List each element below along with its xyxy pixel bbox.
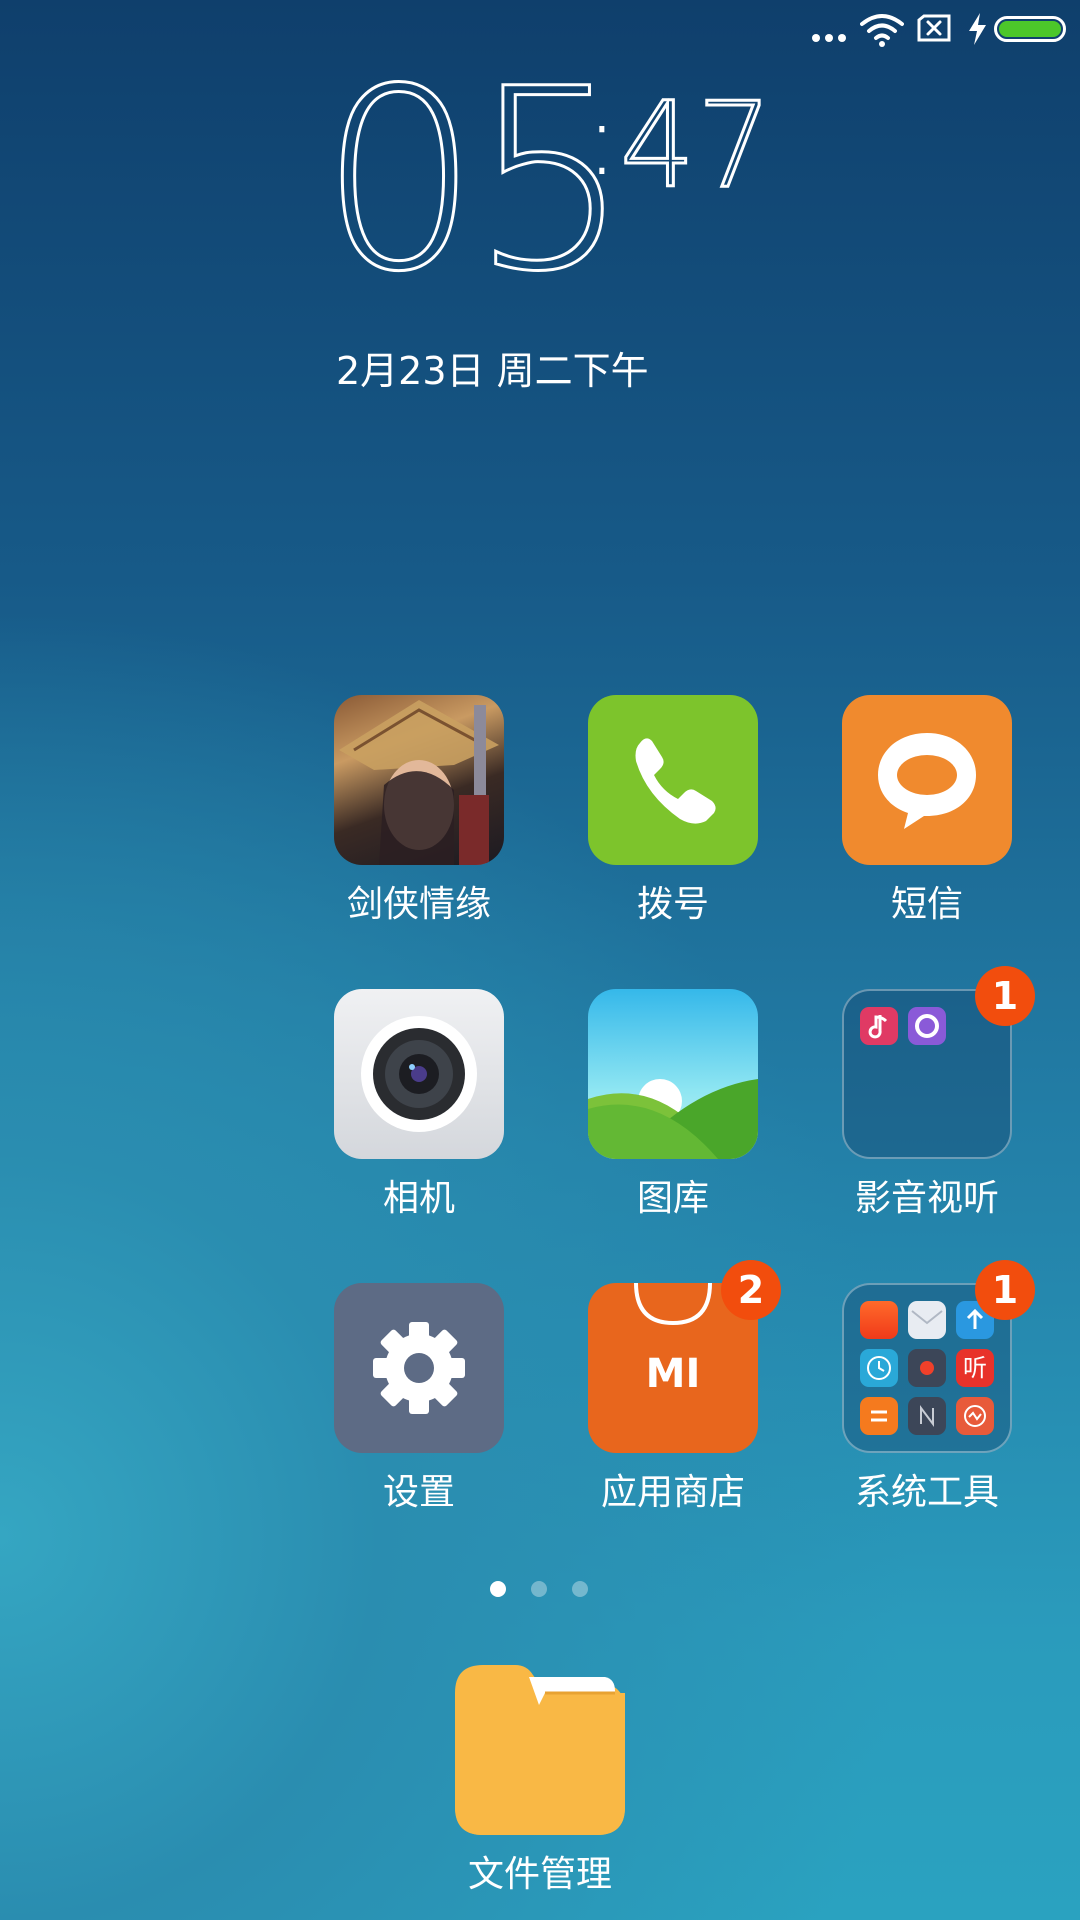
calculator-icon	[860, 1397, 898, 1435]
recorder-icon	[908, 1349, 946, 1387]
listen-icon: 听	[956, 1349, 994, 1387]
notification-badge: 1	[975, 1260, 1035, 1320]
app-file-manager[interactable]: 文件管理	[455, 1665, 625, 1899]
page-dot[interactable]	[531, 1581, 547, 1597]
message-bubble-icon	[842, 695, 1012, 865]
notes-icon	[908, 1397, 946, 1435]
app-label: 图库	[636, 1178, 709, 1219]
app-label: 文件管理	[467, 1854, 612, 1895]
app-label: 相机	[382, 1178, 455, 1219]
camera-icon	[334, 989, 504, 1159]
folder-media[interactable]: 影音视听	[842, 989, 1012, 1223]
battery-icon	[994, 16, 1066, 42]
clock-widget[interactable]: 05 : 47	[318, 54, 780, 310]
security-icon	[956, 1397, 994, 1435]
app-store[interactable]: MI 应用商店	[588, 1283, 758, 1517]
app-messages[interactable]: 短信	[842, 695, 1012, 929]
app-dialer[interactable]: 拨号	[588, 695, 758, 929]
page-indicator[interactable]	[490, 1581, 590, 1601]
mi-community-icon	[860, 1301, 898, 1339]
app-camera[interactable]: 相机	[334, 989, 504, 1223]
app-gallery[interactable]: 图库	[588, 989, 758, 1223]
phone-icon	[588, 695, 758, 865]
app-label: 影音视听	[854, 1178, 999, 1219]
gear-icon	[334, 1283, 504, 1453]
app-label: 拨号	[636, 884, 709, 925]
wifi-icon	[860, 14, 904, 47]
charging-bolt-icon	[969, 13, 986, 45]
clock-hours: 05	[318, 35, 631, 326]
folder-file-icon	[455, 1665, 625, 1835]
clock-colon: :	[585, 81, 619, 198]
app-settings[interactable]: 设置	[334, 1283, 504, 1517]
notification-badge: 2	[721, 1260, 781, 1320]
date-text: 2月23日 周二下午	[336, 349, 649, 393]
app-label: 应用商店	[600, 1472, 745, 1513]
app-label: 剑侠情缘	[346, 884, 491, 925]
app-jianxia[interactable]: 剑侠情缘	[334, 695, 504, 929]
mail-icon	[908, 1301, 946, 1339]
gallery-icon	[588, 989, 758, 1159]
page-dot[interactable]	[490, 1581, 506, 1597]
video-icon	[908, 1007, 946, 1045]
jianxia-icon	[334, 695, 504, 865]
no-sim-icon	[917, 14, 951, 42]
app-label: 设置	[382, 1472, 455, 1513]
mi-logo: MI	[645, 1351, 701, 1397]
app-label: 短信	[890, 884, 963, 925]
app-label: 系统工具	[854, 1472, 999, 1513]
notification-badge: 1	[975, 966, 1035, 1026]
clock-minutes: 47	[618, 76, 775, 214]
more-dots-icon	[812, 34, 846, 42]
music-icon	[860, 1007, 898, 1045]
page-dot[interactable]	[572, 1581, 588, 1597]
clock-icon	[860, 1349, 898, 1387]
folder-system-tools[interactable]: 听 系统工具	[842, 1283, 1012, 1517]
